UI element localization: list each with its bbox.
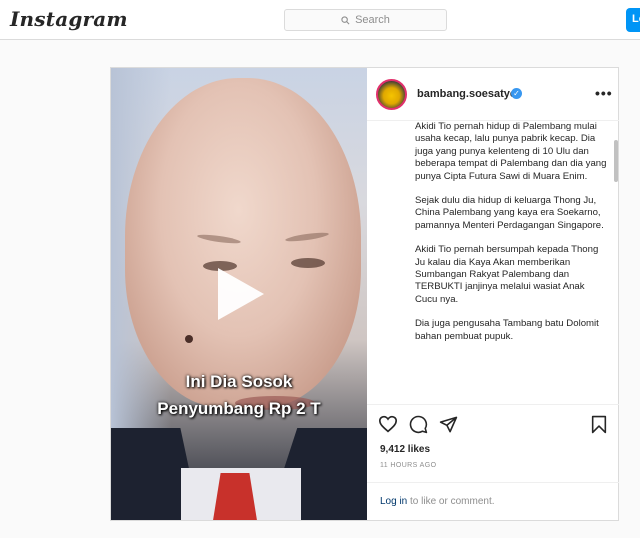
comment-icon[interactable] xyxy=(409,415,428,434)
caption-paragraph: Dia juga pengusaha Tambang batu Dolomit … xyxy=(415,318,599,342)
verified-badge-icon: ✓ xyxy=(511,88,522,99)
video-face xyxy=(125,78,361,410)
video-face-detail xyxy=(284,230,330,244)
play-icon[interactable] xyxy=(218,268,264,320)
more-icon[interactable]: ••• xyxy=(595,85,613,101)
caption-paragraph: Sejak dulu dia hidup di keluarga Thong J… xyxy=(415,195,604,231)
video-face-detail xyxy=(196,232,242,246)
bookmark-icon[interactable] xyxy=(591,415,607,434)
video-face-detail xyxy=(291,258,325,268)
search-input[interactable]: Search xyxy=(284,9,447,31)
share-icon[interactable] xyxy=(439,415,458,434)
search-placeholder: Search xyxy=(355,14,390,26)
caption-paragraph: Akidi Tio pernah bersumpah kepada Thong … xyxy=(415,244,599,305)
post-sidebar: bambang.soesatyo ✓ ••• Akidi Tio pernah … xyxy=(367,68,619,520)
author-username[interactable]: bambang.soesatyo xyxy=(417,88,517,100)
caption-scroll-area[interactable]: Akidi Tio pernah hidup di Palembang mula… xyxy=(367,121,619,403)
video-overlay-line1: Ini Dia Sosok xyxy=(185,372,293,391)
comment-prompt-text: to like or comment. xyxy=(407,496,495,507)
post-header: bambang.soesatyo ✓ ••• xyxy=(367,68,619,121)
top-nav-bar: Instagram Search Lo xyxy=(0,0,640,40)
post-card: Ini Dia Sosok Penyumbang Rp 2 T bambang.… xyxy=(110,67,619,521)
caption-scrollbar[interactable] xyxy=(614,140,618,182)
video-overlay-line2: Penyumbang Rp 2 T xyxy=(157,399,321,418)
comment-prompt: Log in to like or comment. xyxy=(380,496,495,507)
post-video[interactable]: Ini Dia Sosok Penyumbang Rp 2 T xyxy=(111,68,367,520)
instagram-logo[interactable]: Instagram xyxy=(10,7,128,31)
post-timestamp[interactable]: 11 HOURS AGO xyxy=(380,462,436,469)
avatar[interactable] xyxy=(376,79,407,110)
heart-icon[interactable] xyxy=(378,415,398,433)
comment-bar: Log in to like or comment. xyxy=(367,482,619,520)
caption-paragraph: Akidi Tio pernah hidup di Palembang mula… xyxy=(415,121,607,182)
login-button[interactable]: Lo xyxy=(626,8,640,32)
search-icon xyxy=(341,15,350,24)
login-link[interactable]: Log in xyxy=(380,496,407,507)
video-face-detail xyxy=(185,335,193,343)
action-bar xyxy=(367,404,619,434)
post-caption: Akidi Tio pernah hidup di Palembang mula… xyxy=(415,121,609,355)
like-count[interactable]: 9,412 likes xyxy=(380,444,430,455)
